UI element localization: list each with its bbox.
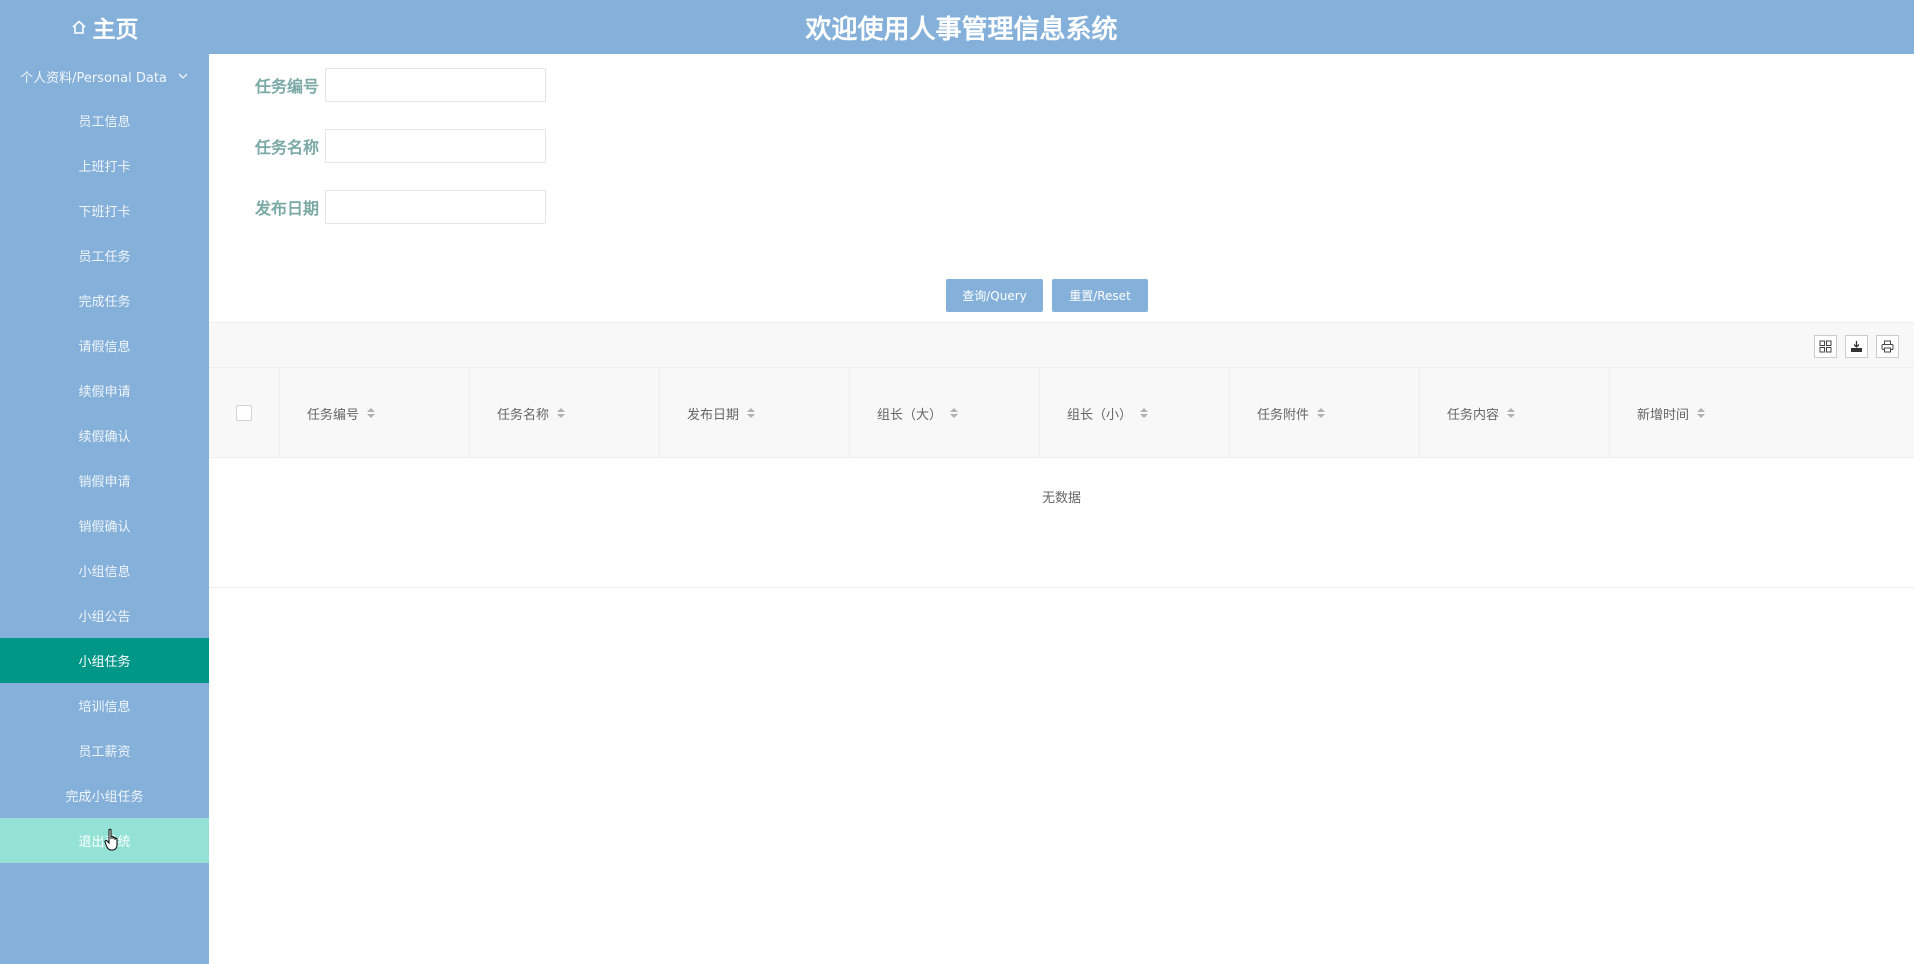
main-content: 任务编号 任务名称 发布日期 查询/Query 重置/Reset 任务编号 任务… bbox=[209, 54, 1914, 964]
column-label: 新增时间 bbox=[1637, 407, 1690, 423]
sidebar-item-group-tasks[interactable]: 小组任务 bbox=[0, 638, 209, 683]
sidebar-item-employee-info[interactable]: 员工信息 bbox=[0, 98, 209, 143]
sidebar-item-label: 续假确认 bbox=[78, 430, 131, 445]
columns-filter-icon bbox=[1819, 340, 1832, 353]
sidebar-item-clock-in[interactable]: 上班打卡 bbox=[0, 143, 209, 188]
sidebar-item-label: 员工任务 bbox=[78, 250, 131, 265]
sort-icon bbox=[557, 408, 566, 418]
export-button[interactable] bbox=[1845, 335, 1868, 358]
column-leader-senior[interactable]: 组长（大） bbox=[850, 368, 1040, 458]
sidebar-item-leave-extension-request[interactable]: 续假申请 bbox=[0, 368, 209, 413]
sidebar-item-label: 销假确认 bbox=[78, 520, 131, 535]
table-toolbar bbox=[209, 322, 1914, 368]
publish-date-row: 发布日期 bbox=[255, 190, 546, 224]
sidebar-item-label: 小组信息 bbox=[78, 565, 131, 580]
chevron-down-icon bbox=[178, 73, 188, 79]
hand-pointer-cursor-icon bbox=[104, 828, 118, 851]
task-no-label: 任务编号 bbox=[255, 77, 320, 96]
sidebar-item-employee-tasks[interactable]: 员工任务 bbox=[0, 233, 209, 278]
column-label: 任务附件 bbox=[1257, 407, 1310, 423]
sidebar-item-group-info[interactable]: 小组信息 bbox=[0, 548, 209, 593]
print-button[interactable] bbox=[1876, 335, 1899, 358]
sidebar-item-label: 上班打卡 bbox=[78, 160, 131, 175]
sidebar-group-personal-data[interactable]: 个人资料/Personal Data bbox=[0, 54, 209, 98]
sidebar-item-label: 完成任务 bbox=[78, 295, 131, 310]
column-task-content[interactable]: 任务内容 bbox=[1420, 368, 1610, 458]
sidebar-item-label: 下班打卡 bbox=[78, 205, 131, 220]
column-task-no[interactable]: 任务编号 bbox=[280, 368, 470, 458]
task-no-row: 任务编号 bbox=[255, 68, 546, 102]
table-header: 任务编号 任务名称 发布日期 组长（大） 组长（小） 任务附件 任务内容 新增时… bbox=[209, 368, 1914, 458]
task-name-label: 任务名称 bbox=[255, 138, 320, 157]
sidebar-item-leave-cancel-confirm[interactable]: 销假确认 bbox=[0, 503, 209, 548]
publish-date-input[interactable] bbox=[325, 190, 546, 224]
sidebar-item-label: 销假申请 bbox=[78, 475, 131, 490]
sidebar-item-leave-info[interactable]: 请假信息 bbox=[0, 323, 209, 368]
sidebar-item-label: 员工薪资 bbox=[78, 745, 131, 760]
sidebar-item-complete-group-task[interactable]: 完成小组任务 bbox=[0, 773, 209, 818]
task-no-input[interactable] bbox=[325, 68, 546, 102]
column-label: 发布日期 bbox=[687, 407, 740, 423]
column-label: 任务编号 bbox=[307, 407, 360, 423]
sidebar-item-label: 续假申请 bbox=[78, 385, 131, 400]
print-icon bbox=[1881, 340, 1894, 353]
sidebar-item-employee-salary[interactable]: 员工薪资 bbox=[0, 728, 209, 773]
export-icon bbox=[1851, 341, 1862, 352]
sidebar-item-label: 小组公告 bbox=[78, 610, 131, 625]
column-task-name[interactable]: 任务名称 bbox=[470, 368, 660, 458]
task-name-input[interactable] bbox=[325, 129, 546, 163]
sort-icon bbox=[747, 408, 756, 418]
reset-button[interactable]: 重置/Reset bbox=[1052, 279, 1148, 312]
task-name-row: 任务名称 bbox=[255, 129, 546, 163]
sidebar-item-label: 请假信息 bbox=[78, 340, 131, 355]
select-all-checkbox[interactable] bbox=[236, 405, 252, 421]
sort-icon bbox=[1140, 408, 1149, 418]
sidebar-item-group-announcement[interactable]: 小组公告 bbox=[0, 593, 209, 638]
sidebar-item-clock-out[interactable]: 下班打卡 bbox=[0, 188, 209, 233]
sidebar-item-label: 小组任务 bbox=[78, 655, 131, 670]
sidebar-item-training-info[interactable]: 培训信息 bbox=[0, 683, 209, 728]
column-task-attachment[interactable]: 任务附件 bbox=[1230, 368, 1420, 458]
sidebar-item-label: 培训信息 bbox=[78, 700, 131, 715]
column-label: 任务名称 bbox=[497, 407, 550, 423]
home-label: 主页 bbox=[92, 17, 139, 43]
sidebar-group-label: 个人资料/Personal Data bbox=[20, 70, 167, 86]
page-title: 欢迎使用人事管理信息系统 bbox=[805, 14, 1118, 45]
column-publish-date[interactable]: 发布日期 bbox=[660, 368, 850, 458]
home-icon bbox=[71, 20, 86, 34]
publish-date-label: 发布日期 bbox=[255, 199, 320, 218]
sidebar-item-label: 完成小组任务 bbox=[65, 790, 144, 805]
home-link[interactable]: 主页 bbox=[0, 0, 209, 54]
column-label: 任务内容 bbox=[1447, 407, 1500, 423]
sidebar-item-logout[interactable]: 退出系统 bbox=[0, 818, 209, 863]
sidebar: 个人资料/Personal Data 员工信息 上班打卡 下班打卡 员工任务 完… bbox=[0, 54, 209, 964]
select-all-cell bbox=[209, 368, 280, 458]
sort-icon bbox=[1507, 408, 1516, 418]
top-bar: 主页 欢迎使用人事管理信息系统 bbox=[0, 0, 1914, 54]
sidebar-item-leave-extension-confirm[interactable]: 续假确认 bbox=[0, 413, 209, 458]
sort-icon bbox=[367, 408, 376, 418]
sidebar-item-leave-cancel-request[interactable]: 销假申请 bbox=[0, 458, 209, 503]
column-label: 组长（小） bbox=[1067, 407, 1133, 423]
columns-filter-button[interactable] bbox=[1814, 335, 1837, 358]
query-button[interactable]: 查询/Query bbox=[946, 279, 1043, 312]
table-empty-row: 无数据 bbox=[209, 458, 1914, 588]
sort-icon bbox=[1317, 408, 1326, 418]
empty-state-text: 无数据 bbox=[1041, 490, 1081, 506]
sidebar-item-complete-task[interactable]: 完成任务 bbox=[0, 278, 209, 323]
sort-icon bbox=[950, 408, 959, 418]
column-leader-junior[interactable]: 组长（小） bbox=[1040, 368, 1230, 458]
column-label: 组长（大） bbox=[877, 407, 943, 423]
sidebar-item-label: 员工信息 bbox=[78, 115, 131, 130]
sort-icon bbox=[1697, 408, 1706, 418]
column-created-time[interactable]: 新增时间 bbox=[1610, 368, 1914, 458]
